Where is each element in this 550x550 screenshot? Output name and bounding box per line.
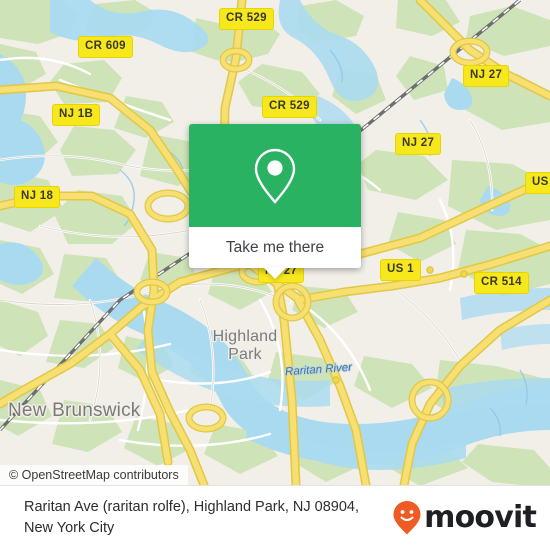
place-label-highland-park: Highland Park — [212, 328, 278, 363]
road-shield-cr-609[interactable]: CR 609 — [78, 36, 133, 58]
map-screen: New Brunswick Highland Park Raritan Rive… — [0, 0, 550, 550]
moovit-wordmark: moovit — [424, 500, 537, 535]
map-attribution[interactable]: © OpenStreetMap contributors — [0, 465, 188, 485]
road-shield-nj-27-mid[interactable]: NJ 27 — [395, 133, 442, 155]
location-popup-card[interactable]: Take me there — [189, 124, 361, 279]
road-shield-nj-18[interactable]: NJ 18 — [14, 186, 61, 208]
map-pin-icon — [254, 148, 296, 204]
road-shield-cr-529-north[interactable]: CR 529 — [219, 8, 274, 30]
location-address-block: Raritan Ave (raritan rolfe), Highland Pa… — [24, 497, 392, 539]
place-label-new-brunswick: New Brunswick — [8, 400, 141, 421]
take-me-there-button[interactable]: Take me there — [189, 227, 361, 268]
road-shield-nj-1b[interactable]: NJ 1B — [52, 104, 101, 126]
road-shield-us-1[interactable]: US 1 — [380, 259, 421, 281]
footer-bar: Raritan Ave (raritan rolfe), Highland Pa… — [0, 485, 550, 550]
road-shield-nj-27-north[interactable]: NJ 27 — [463, 65, 510, 87]
road-shield-cr-529-south[interactable]: CR 529 — [262, 96, 317, 118]
moovit-pin-icon — [393, 501, 421, 535]
take-me-there-label: Take me there — [225, 238, 325, 256]
address-line-1: Raritan Ave (raritan rolfe), Highland Pa… — [24, 498, 360, 515]
popup-pointer — [263, 267, 287, 279]
popup-header — [189, 124, 361, 227]
road-shield-cr-514[interactable]: CR 514 — [474, 272, 529, 294]
map-canvas[interactable]: New Brunswick Highland Park Raritan Rive… — [0, 0, 550, 485]
road-shield-us[interactable]: US — [525, 172, 550, 194]
moovit-brand[interactable]: moovit — [392, 500, 537, 536]
address-line-2: New York City — [24, 520, 115, 536]
